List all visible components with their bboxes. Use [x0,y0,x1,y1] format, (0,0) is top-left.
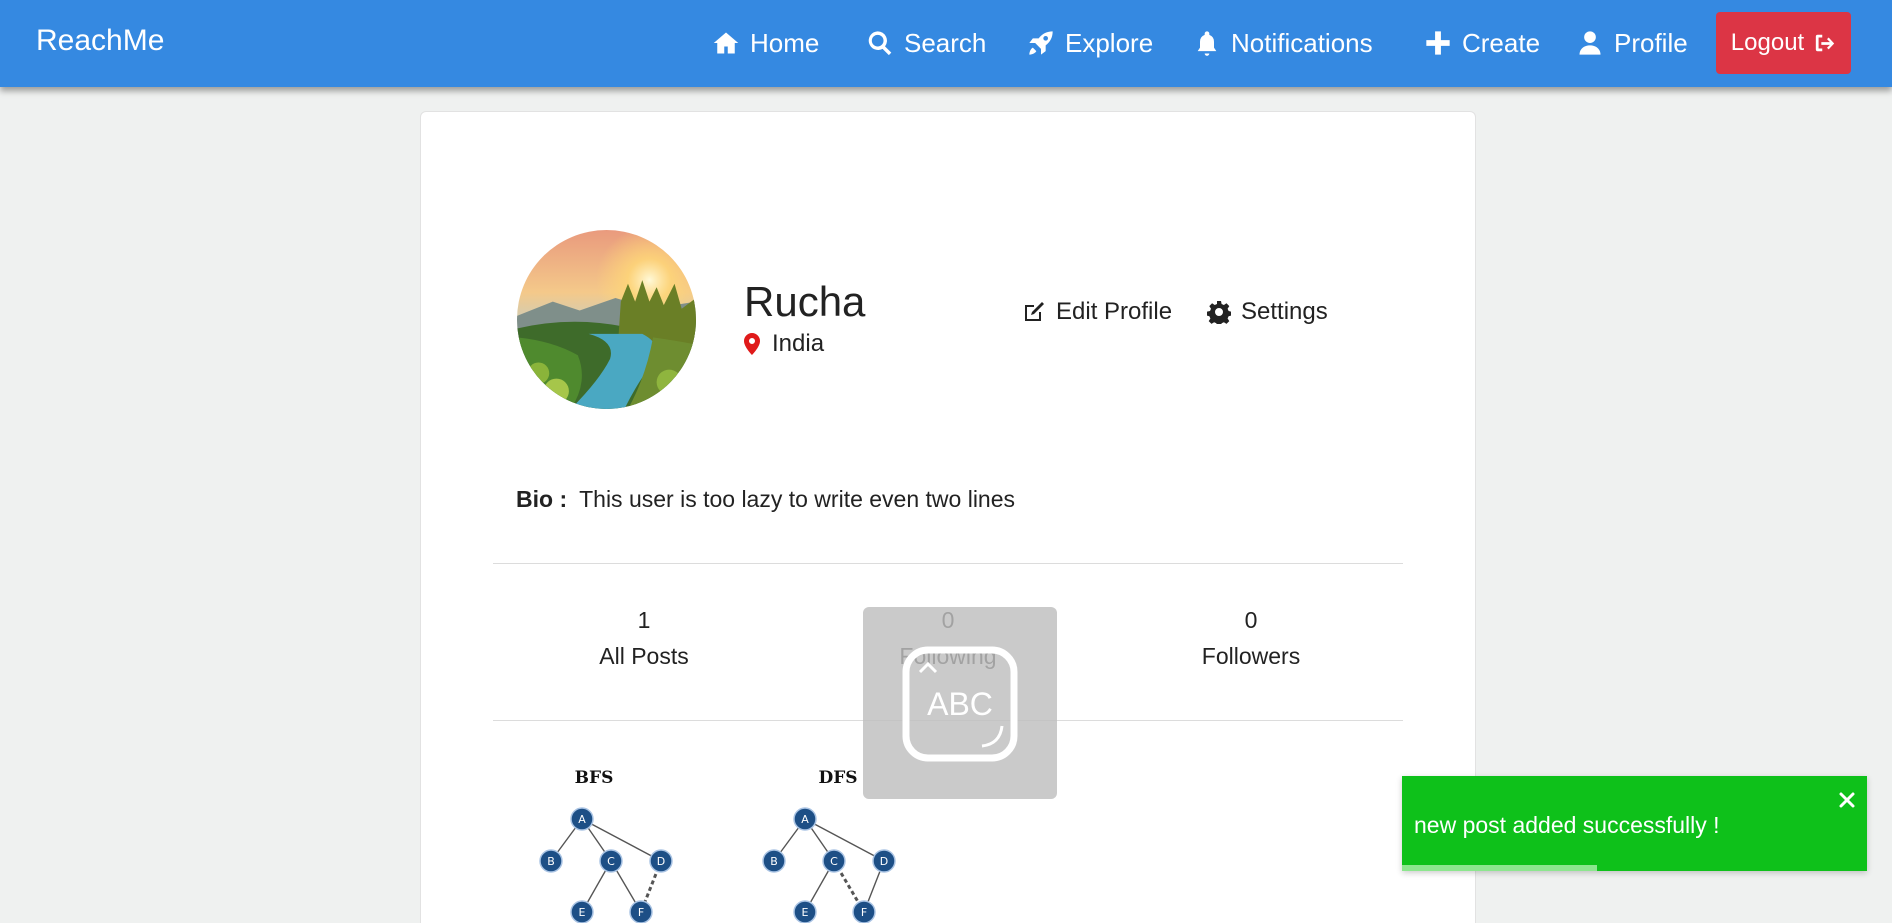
keyboard-abc-icon: ABC [902,646,1018,762]
avatar-landscape-image [517,230,696,409]
graph-node: F [861,906,867,919]
nav-create[interactable]: Create [1424,26,1540,60]
close-icon [1839,792,1855,808]
nav-notifications-label: Notifications [1231,27,1373,58]
graph-node: E [579,906,586,919]
stat-value: 1 [637,607,651,633]
divider-top [493,563,1403,564]
graph-node: B [547,855,555,868]
edit-profile-button[interactable]: Edit Profile [1022,298,1172,326]
top-navbar: ReachMe Home Search Explore Notification… [0,0,1892,87]
post-thumbnail-bfs[interactable]: BFS A B C D E F [515,760,675,923]
logout-button[interactable]: Logout [1716,12,1851,74]
nav-profile[interactable]: Profile [1576,26,1688,60]
edit-profile-label: Edit Profile [1056,298,1173,325]
stat-label: Followers [1201,643,1301,669]
graph-node: D [880,855,888,868]
nav-home[interactable]: Home [712,26,819,60]
gear-icon [1207,301,1231,324]
brand-logo[interactable]: ReachMe [36,24,164,58]
graph-node: B [770,855,778,868]
rocket-icon [1029,31,1053,55]
graph-node: F [638,906,644,919]
svg-text:ABC: ABC [927,686,993,722]
stat-value: 0 [1244,607,1258,633]
toast-progress-bar [1402,865,1598,871]
location-text: India [772,330,825,357]
profile-location: India [744,330,824,358]
settings-label: Settings [1241,298,1328,325]
plus-icon [1426,31,1450,55]
search-icon [868,31,892,56]
profile-name: Rucha [744,278,866,325]
sign-out-icon [1816,34,1835,52]
stat-followers[interactable]: 0 Followers [1121,605,1381,677]
nav-notifications[interactable]: Notifications [1193,26,1373,60]
nav-explore-label: Explore [1065,27,1154,58]
graph-node: D [657,855,665,868]
bio-text: This user is too lazy to write even two … [579,486,1016,512]
graph-node: C [607,855,615,868]
nav-create-label: Create [1462,27,1541,58]
input-method-overlay: ABC [863,607,1057,799]
toast-close-button[interactable] [1837,790,1857,810]
graph-node: E [802,906,809,919]
post-title: DFS [818,768,857,788]
nav-search-label: Search [904,27,987,58]
nav-profile-label: Profile [1614,27,1688,58]
logout-label: Logout [1730,29,1805,56]
graph-node: A [578,813,586,826]
home-icon [713,32,739,54]
bell-icon [1197,31,1217,56]
nav-search[interactable]: Search [866,26,986,60]
avatar[interactable] [517,230,696,409]
stat-all-posts[interactable]: 1 All Posts [514,605,774,677]
edit-icon [1025,302,1044,321]
user-icon [1579,31,1601,55]
post-title: BFS [575,768,614,788]
success-toast: new post added successfully ! [1402,776,1867,871]
nav-explore[interactable]: Explore [1027,26,1153,60]
graph-node: C [830,855,838,868]
map-marker-icon [744,333,760,355]
toast-message: new post added successfully ! [1414,812,1720,838]
settings-button[interactable]: Settings [1207,298,1328,326]
graph-node: A [801,813,809,826]
bfs-graph-image: BFS A B C D E F [539,768,673,923]
stat-label: All Posts [599,643,689,669]
bio-label: Bio : [516,486,568,512]
bio-section: Bio : This user is too lazy to write even… [516,486,1015,513]
nav-home-label: Home [750,27,820,58]
